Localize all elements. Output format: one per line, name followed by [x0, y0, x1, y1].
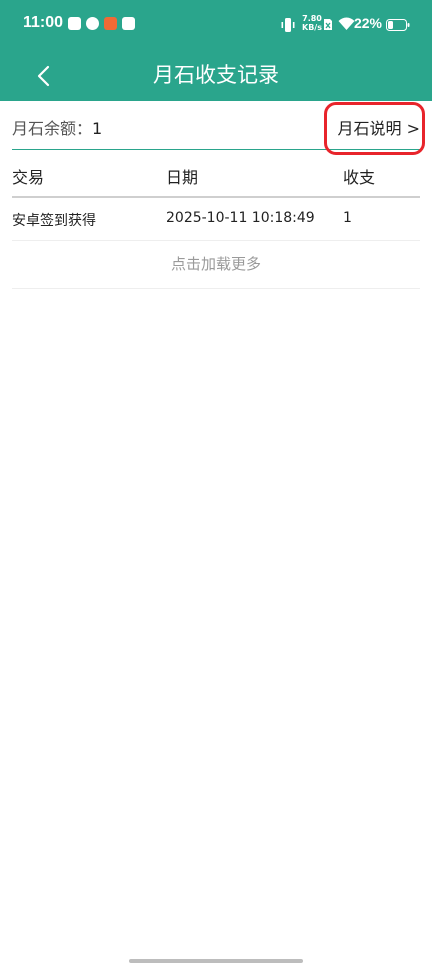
- battery-icon: [386, 19, 410, 31]
- app-notification-icon: [86, 17, 99, 30]
- app-bar: 月石收支记录: [0, 50, 432, 101]
- mail-icon: [122, 17, 135, 30]
- balance-row: 月石余额：1 月石说明 >: [12, 101, 420, 150]
- wifi-icon: [338, 17, 355, 30]
- shopping-app-icon: [104, 17, 117, 30]
- calendar-icon: [68, 17, 81, 30]
- column-header-transaction: 交易: [12, 168, 45, 187]
- balance-display: 月石余额：1: [12, 115, 102, 139]
- load-more-button[interactable]: 点击加载更多: [12, 241, 420, 289]
- status-bar: 11:00 7.80 KB/s 22%: [0, 0, 432, 50]
- vibrate-icon: [281, 18, 295, 32]
- cell-transaction: 安卓签到获得: [12, 213, 96, 229]
- network-speed-unit: KB/s: [302, 23, 322, 32]
- column-header-date: 日期: [166, 168, 199, 187]
- status-time: 11:00: [23, 14, 64, 31]
- moonstone-explanation-link[interactable]: 月石说明 >: [338, 115, 421, 139]
- table-row: 安卓签到获得 2025-10-11 10:18:49 1: [12, 198, 420, 241]
- cell-date: 2025-10-11 10:18:49: [166, 210, 315, 226]
- home-indicator[interactable]: [129, 959, 303, 963]
- top-bar: 11:00 7.80 KB/s 22% 月石收支记录: [0, 0, 432, 101]
- table-header: 交易 日期 收支: [12, 150, 420, 198]
- network-speed: 7.80 KB/s: [301, 14, 323, 32]
- battery-percent: 22%: [353, 15, 382, 31]
- balance-label: 月石余额：: [12, 119, 93, 138]
- transactions-table: 交易 日期 收支 安卓签到获得 2025-10-11 10:18:49 1 点击…: [12, 150, 420, 289]
- balance-value: 1: [92, 119, 103, 138]
- column-header-amount: 收支: [343, 168, 376, 187]
- page-title: 月石收支记录: [153, 63, 279, 87]
- network-speed-value: 7.80: [302, 14, 322, 23]
- cell-amount: 1: [343, 210, 352, 226]
- sim-icon: [324, 19, 332, 30]
